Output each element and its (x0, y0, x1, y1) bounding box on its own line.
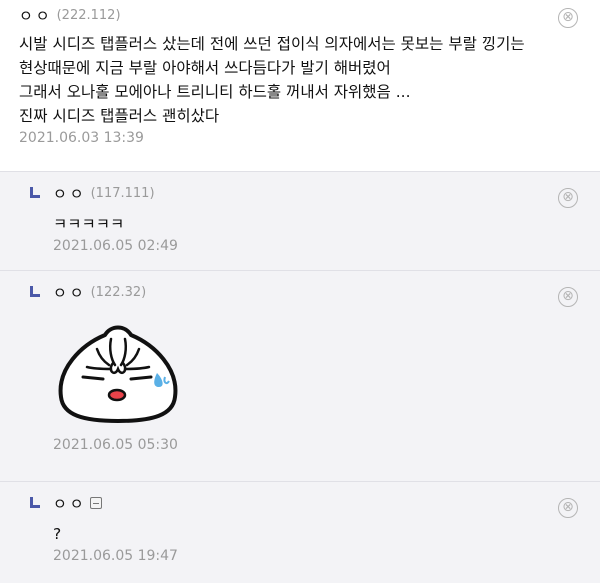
comment-nick[interactable]: ㅇㅇ (19, 5, 53, 26)
reply-arrow-icon (29, 187, 41, 198)
reply-date: 2021.06.05 02:49 (53, 238, 178, 254)
delete-reply-icon[interactable]: ⊗ (558, 188, 578, 208)
comment-body-line: 진짜 시디즈 탭플러스 괜히샀다 (19, 107, 220, 125)
delete-comment-icon[interactable]: ⊗ (558, 8, 578, 28)
reply-nick[interactable]: ㅇㅇ (53, 282, 87, 303)
comment-header: ㅇㅇ (222.112) (19, 5, 600, 26)
comment-body-line: 그래서 오나홀 모에아나 트리니티 하드홀 꺼내서 자위했음 ... (19, 83, 411, 101)
reply-nick[interactable]: ㅇㅇ (53, 183, 87, 204)
reply-ip: (122.32) (90, 284, 147, 300)
comment-main: ㅇㅇ (222.112) 시발 시디즈 탭플러스 샀는데 전에 쓰던 접이식 의… (0, 0, 600, 171)
delete-reply-icon[interactable]: ⊗ (558, 498, 578, 518)
reply-item: ㅇㅇ (117.111) ㅋㅋㅋㅋㅋ 2021.06.05 02:49 ⊗ (0, 171, 600, 270)
reply-body: ? (53, 525, 62, 543)
reply-arrow-icon (29, 286, 41, 297)
memo-icon (89, 497, 102, 509)
reply-header: ㅇㅇ (117.111) (53, 183, 600, 204)
reply-header: ㅇㅇ (122.32) (53, 282, 600, 303)
comment-body-line: 시발 시디즈 탭플러스 샀는데 전에 쓰던 접이식 의자에서는 못보는 부랄 낑… (19, 35, 525, 53)
reply-nick[interactable]: ㅇㅇ (53, 493, 87, 514)
comment-date: 2021.06.03 13:39 (19, 130, 144, 146)
reply-item: ㅇㅇ (122.32) 2021.06.05 05:30 ⊗ (0, 270, 600, 481)
reply-body: ㅋㅋㅋㅋㅋ (53, 215, 125, 233)
comment-body: 시발 시디즈 탭플러스 샀는데 전에 쓰던 접이식 의자에서는 못보는 부랄 낑… (19, 32, 600, 128)
reply-date: 2021.06.05 05:30 (53, 437, 178, 453)
comment-body-line: 현상때문에 지금 부랄 아야해서 쓰다듬다가 발기 해버렸어 (19, 59, 391, 77)
reply-item: ㅇㅇ ? 2021.06.05 19:47 ⊗ (0, 481, 600, 583)
delete-reply-icon[interactable]: ⊗ (558, 287, 578, 307)
reply-ip: (117.111) (90, 185, 155, 201)
reply-header: ㅇㅇ (53, 493, 600, 514)
dumpling-sticker-icon (58, 325, 178, 423)
reply-date: 2021.06.05 19:47 (53, 548, 178, 564)
comment-ip: (222.112) (56, 7, 121, 23)
reply-arrow-icon (29, 497, 41, 508)
